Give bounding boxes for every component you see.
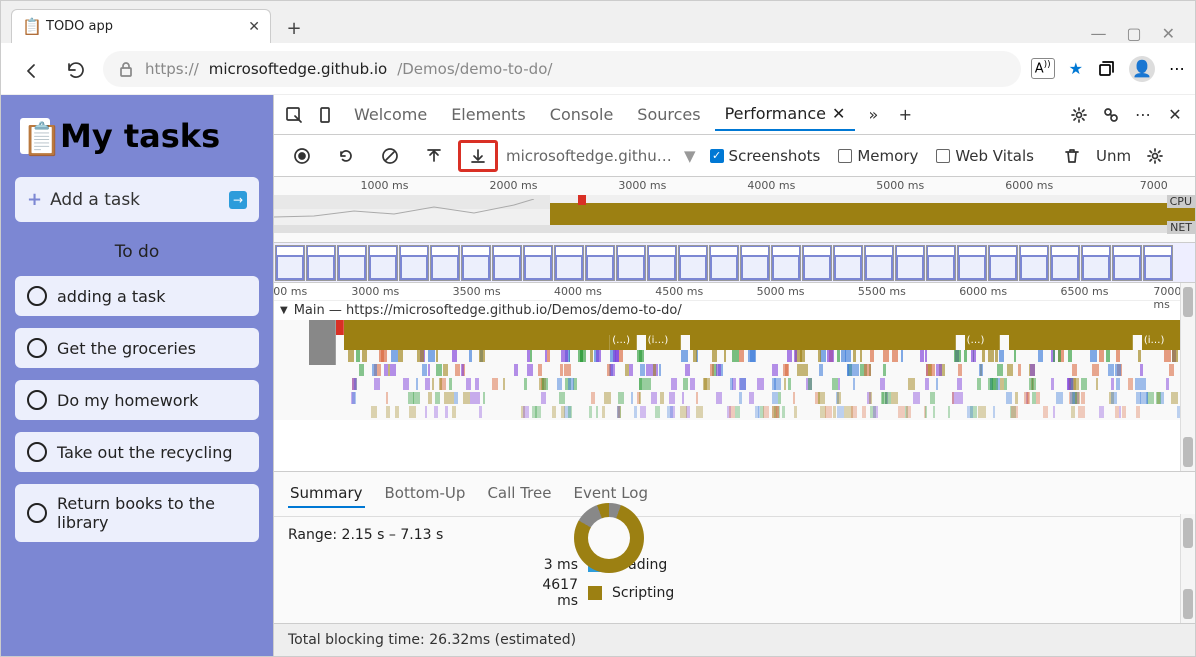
task-item[interactable]: Do my homework [15,380,259,420]
performance-toolbar: microsoftedge.github.i… ▼ ✓Screenshots M… [274,135,1195,177]
net-badge: NET [1167,221,1195,234]
reload-record-button[interactable] [326,140,366,172]
legend-row: 3 ms Loading [288,557,1181,573]
maximize-icon[interactable]: ▢ [1126,24,1141,43]
task-item[interactable]: Return books to the library [15,484,259,542]
refresh-icon [66,60,84,78]
app-viewport: 📋 My tasks + Add a task → To do adding a… [1,95,273,656]
read-aloud-icon[interactable]: A)) [1031,58,1055,78]
tab-call-tree[interactable]: Call Tree [485,480,553,508]
close-icon[interactable]: ✕ [832,104,845,123]
add-tab-icon[interactable]: + [891,101,919,129]
task-item[interactable]: adding a task [15,276,259,316]
close-devtools-icon[interactable]: ✕ [1161,101,1189,129]
section-heading: To do [15,242,259,262]
new-tab-button[interactable]: + [279,13,309,43]
browser-titlebar: 📋 TODO app ✕ + — ▢ ✕ [1,1,1195,43]
upload-profile-button[interactable] [414,140,454,172]
devtools-tabs: Welcome Elements Console Sources Perform… [274,95,1195,135]
clear-button[interactable] [370,140,410,172]
webvitals-checkbox[interactable]: Web Vitals [936,147,1034,165]
scrollbar[interactable] [1180,283,1195,471]
tab-performance[interactable]: Performance✕ [715,98,856,131]
detail-pane: Summary Bottom-Up Call Tree Event Log Ra… [274,471,1195,623]
menu-icon[interactable]: ⋯ [1169,59,1185,78]
capture-settings-icon[interactable] [1135,140,1175,172]
profile-dropdown-icon[interactable]: ▼ [684,147,696,165]
lock-icon [117,60,135,78]
tab-welcome[interactable]: Welcome [344,99,437,130]
delete-icon[interactable] [1052,140,1092,172]
memory-checkbox[interactable]: Memory [838,147,918,165]
add-task-button[interactable]: + Add a task → [15,177,259,222]
blocking-time-status: Total blocking time: 26.32ms (estimated) [274,623,1195,656]
issues-icon[interactable] [1097,101,1125,129]
overview-pane[interactable]: 1000 ms 2000 ms 3000 ms 4000 ms 5000 ms … [274,177,1195,243]
tab-title: TODO app [46,19,240,34]
checkbox-icon[interactable] [27,286,47,306]
task-item[interactable]: Take out the recycling [15,432,259,472]
profile-filename[interactable]: microsoftedge.github.i… [506,147,676,165]
close-icon[interactable]: ✕ [248,19,260,35]
add-task-label: Add a task [50,190,140,210]
screenshot-filmstrip[interactable] [274,243,1195,283]
cpu-badge: CPU [1167,195,1195,208]
range-label: Range: 2.15 s – 7.13 s [288,527,1181,543]
tab-summary[interactable]: Summary [288,480,365,508]
clipboard-icon: 📋 [22,18,38,36]
clipboard-icon: 📋 [20,118,50,154]
overview-ruler: 1000 ms 2000 ms 3000 ms 4000 ms 5000 ms … [274,177,1195,195]
app-heading: 📋 My tasks [20,117,259,155]
devtools-panel: Welcome Elements Console Sources Perform… [273,95,1195,656]
tab-bottom-up[interactable]: Bottom-Up [383,480,468,508]
checkbox-icon[interactable] [27,442,47,462]
tab-elements[interactable]: Elements [441,99,536,130]
plus-icon: + [27,189,42,210]
pie-chart [574,503,644,573]
checkbox-icon[interactable] [27,338,47,358]
address-bar: https://microsoftedge.github.io/Demos/de… [1,43,1195,95]
main-track-header[interactable]: ▼Main — https://microsoftedge.github.io/… [274,301,1195,320]
favorite-icon[interactable]: ★ [1069,59,1083,78]
screenshots-checkbox[interactable]: ✓Screenshots [710,147,821,165]
tab-console[interactable]: Console [540,99,624,130]
settings-icon[interactable] [1065,101,1093,129]
download-profile-button[interactable] [458,140,498,172]
back-button[interactable] [11,51,47,87]
minimize-icon[interactable]: — [1090,24,1106,43]
flame-ruler: 2500 ms 3000 ms 3500 ms 4000 ms 4500 ms … [274,283,1195,301]
more-tabs-icon[interactable]: » [859,101,887,129]
checkbox-icon[interactable] [27,390,47,410]
refresh-button[interactable] [57,51,93,87]
arrow-left-icon [20,60,38,78]
browser-tab[interactable]: 📋 TODO app ✕ [11,9,271,43]
tab-sources[interactable]: Sources [627,99,710,130]
checkbox-icon[interactable] [27,503,47,523]
profile-icon[interactable]: 👤 [1129,56,1155,82]
url-field[interactable]: https://microsoftedge.github.io/Demos/de… [103,51,1021,87]
scrollbar[interactable] [1180,514,1195,623]
task-item[interactable]: Get the groceries [15,328,259,368]
window-close-icon[interactable]: ✕ [1162,24,1175,43]
legend-row: 4617 ms Scripting [288,577,1181,609]
device-toolbar-icon[interactable] [312,101,340,129]
record-button[interactable] [282,140,322,172]
overflow-icon[interactable]: ⋯ [1129,101,1157,129]
collections-icon[interactable] [1097,60,1115,78]
flame-chart[interactable]: 2500 ms 3000 ms 3500 ms 4000 ms 4500 ms … [274,283,1195,471]
inspect-element-icon[interactable] [280,101,308,129]
submit-arrow-icon[interactable]: → [229,191,247,209]
